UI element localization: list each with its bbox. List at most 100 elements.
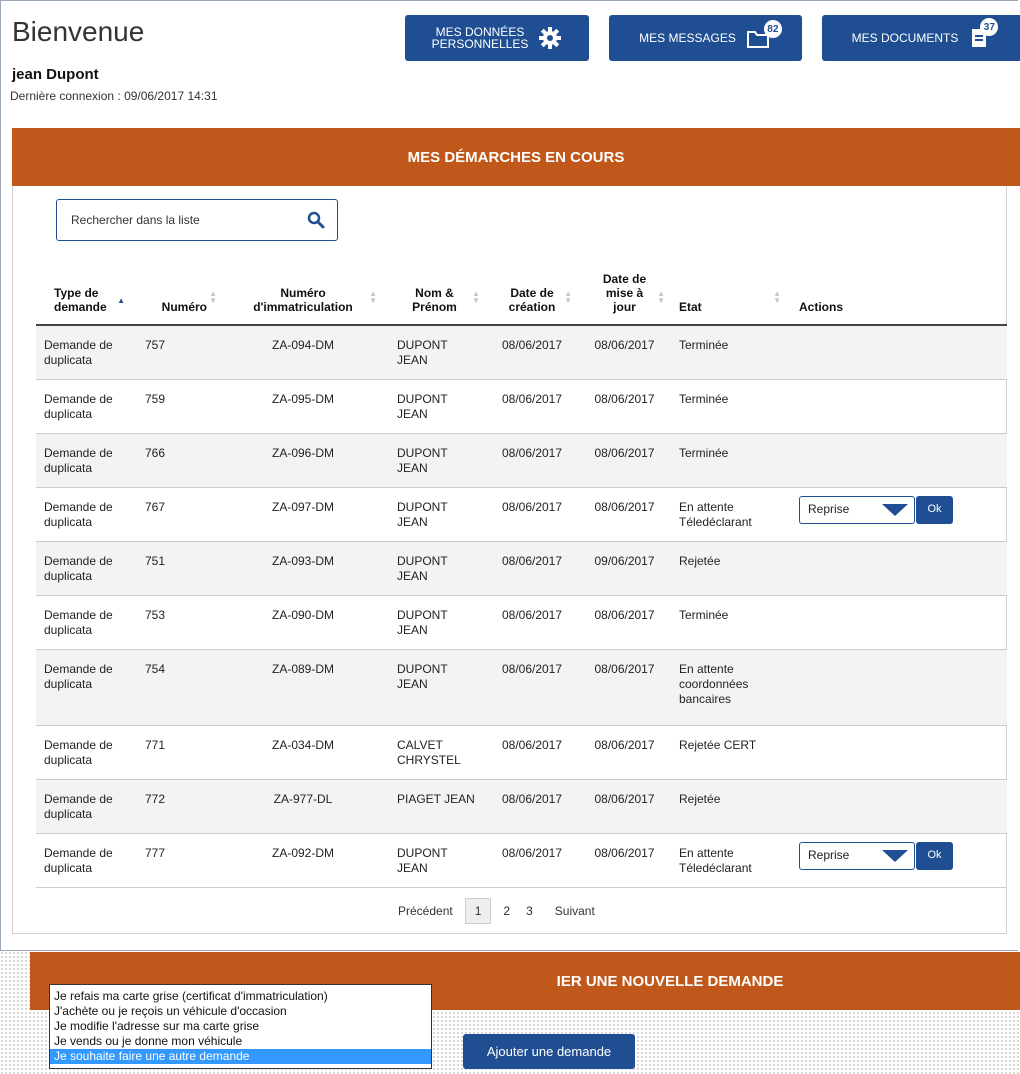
cell-type: Demande de duplicata	[36, 541, 131, 595]
cell-immatriculation: ZA-094-DM	[223, 325, 383, 379]
cell-date-creation-text: 08/06/2017	[501, 445, 563, 460]
request-type-dropdown-list[interactable]: Je refais ma carte grise (certificat d'i…	[49, 984, 432, 1069]
col-numero[interactable]: Numéro ▲ ▼	[131, 272, 223, 326]
cell-date-creation-text: 08/06/2017	[501, 499, 563, 514]
cell-nom-text: JEAN	[397, 568, 428, 583]
search-icon[interactable]	[307, 211, 325, 229]
user-name: jean Dupont	[12, 66, 99, 83]
table-body: Demande de duplicata 757 ZA-094-DM DUPONT JEA…	[36, 325, 1007, 887]
documents-count-badge: 37	[980, 18, 999, 36]
cell-type: Demande de duplicata	[36, 595, 131, 649]
cell-date-maj: 08/06/2017	[578, 595, 671, 649]
cell-type-text: duplicata	[44, 568, 93, 583]
sort-asc-icon[interactable]: ▲	[117, 297, 125, 305]
documents-button[interactable]: MES DOCUMENTS 37	[822, 15, 1020, 61]
cell-type-text: duplicata	[44, 460, 93, 475]
table-row: Demande de duplicata 771 ZA-034-DM CALVET CHR…	[36, 725, 1007, 779]
cell-actions: Reprise Ok	[787, 833, 1007, 887]
cell-nom: DUPONT JEAN	[383, 325, 486, 379]
cell-date-maj-text: 08/06/2017	[594, 845, 655, 860]
chevron-down-icon	[882, 849, 908, 862]
chevron-down-icon	[882, 503, 908, 516]
cell-numero-text: 771	[145, 737, 166, 752]
action-select[interactable]: Reprise	[799, 841, 915, 870]
action-select[interactable]: Reprise	[799, 495, 915, 524]
cell-etat-text: En attente	[679, 845, 734, 860]
cell-actions	[787, 379, 1007, 433]
cell-nom-text: JEAN	[397, 860, 428, 875]
cell-actions	[787, 725, 1007, 779]
col-etat[interactable]: Etat ▲ ▼	[671, 272, 787, 326]
document-icon: 37	[970, 18, 999, 50]
cell-type-text: duplicata	[44, 406, 93, 421]
table-row: Demande de duplicata 767 ZA-097-DM DUPONT JEA…	[36, 487, 1007, 541]
cell-numero-text: 759	[145, 391, 166, 406]
next-page-link[interactable]: Suivant	[555, 904, 595, 918]
cell-nom: DUPONT JEAN	[383, 541, 486, 595]
cell-type-text: Demande de	[44, 845, 113, 860]
sort-icon[interactable]: ▲ ▼	[209, 290, 217, 305]
search-input[interactable]	[69, 212, 307, 228]
sort-icon[interactable]: ▲ ▼	[564, 290, 572, 305]
cell-type-text: duplicata	[44, 622, 93, 637]
dropdown-option[interactable]: J'achète ou je reçois un véhicule d'occa…	[50, 1004, 431, 1019]
cell-immatriculation-text: ZA-977-DL	[273, 791, 333, 806]
action-ok-button[interactable]: Ok	[916, 495, 953, 524]
cell-etat-text: Terminée	[679, 391, 729, 406]
col-type[interactable]: Type de demande ▲	[36, 272, 131, 326]
cell-date-maj-text: 09/06/2017	[594, 553, 655, 568]
cell-type-text: Demande de	[44, 791, 113, 806]
cell-date-creation: 08/06/2017	[486, 833, 578, 887]
sort-icon[interactable]: ▲ ▼	[472, 290, 480, 305]
col-date-creation[interactable]: Date de création ▲ ▼	[486, 272, 578, 326]
cell-nom-text: JEAN	[397, 622, 428, 637]
cell-type: Demande de duplicata	[36, 779, 131, 833]
dropdown-option[interactable]: Je modifie l'adresse sur ma carte grise	[50, 1019, 431, 1034]
col-date-maj[interactable]: Date de mise à jour ▲ ▼	[578, 272, 671, 326]
cell-date-maj: 08/06/2017	[578, 433, 671, 487]
cell-immatriculation: ZA-089-DM	[223, 649, 383, 725]
cell-numero: 766	[131, 433, 223, 487]
cell-type-text: Demande de	[44, 607, 113, 622]
sort-icon[interactable]: ▲ ▼	[773, 290, 781, 305]
cell-date-creation: 08/06/2017	[486, 779, 578, 833]
cell-numero-text: 757	[145, 338, 166, 352]
cell-nom: DUPONT JEAN	[383, 433, 486, 487]
cell-immatriculation-text: ZA-096-DM	[271, 445, 334, 460]
cell-nom-text: DUPONT	[397, 445, 448, 460]
dropdown-option[interactable]: Je vends ou je donne mon véhicule	[50, 1034, 431, 1049]
table-row: Demande de duplicata 766 ZA-096-DM DUPONT JEA…	[36, 433, 1007, 487]
cell-date-maj: 08/06/2017	[578, 833, 671, 887]
page-1-link[interactable]: 1	[464, 898, 492, 924]
cell-date-creation-text: 08/06/2017	[501, 553, 563, 568]
cell-date-creation-text: 08/06/2017	[501, 391, 563, 406]
cell-date-creation: 08/06/2017	[486, 725, 578, 779]
col-immatriculation[interactable]: Numéro d'immatriculation ▲ ▼	[223, 272, 383, 326]
dropdown-option-selected[interactable]: Je souhaite faire une autre demande	[50, 1049, 431, 1064]
dropdown-option[interactable]: Je refais ma carte grise (certificat d'i…	[50, 989, 431, 1004]
messages-button[interactable]: MES MESSAGES 82	[609, 15, 802, 61]
cell-type-text: duplicata	[44, 676, 93, 691]
prev-page-link[interactable]: Précédent	[398, 904, 453, 918]
col-nom[interactable]: Nom & Prénom ▲ ▼	[383, 272, 486, 326]
cell-date-maj: 09/06/2017	[578, 541, 671, 595]
page-3-link[interactable]: 3	[526, 904, 533, 918]
sort-icon[interactable]: ▲ ▼	[369, 290, 377, 305]
add-request-button[interactable]: Ajouter une demande	[463, 1034, 635, 1069]
cell-immatriculation: ZA-977-DL	[223, 779, 383, 833]
gear-icon	[539, 27, 562, 49]
action-select-value: Reprise	[808, 502, 850, 516]
cell-date-maj: 08/06/2017	[578, 325, 671, 379]
table-header-row: Type de demande ▲ Numéro ▲ ▼ Numéro d'immatri…	[36, 272, 1007, 326]
cell-nom: CALVET CHRYSTEL	[383, 725, 486, 779]
cell-date-creation-text: 08/06/2017	[501, 661, 563, 676]
action-ok-button[interactable]: Ok	[916, 841, 953, 870]
page-2-link[interactable]: 2	[503, 904, 510, 918]
personal-data-button[interactable]: MES DONNÉES PERSONNELLES	[405, 15, 589, 61]
sort-icon[interactable]: ▲ ▼	[657, 290, 665, 305]
cell-date-maj-text: 08/06/2017	[594, 791, 655, 806]
cell-type: Demande de duplicata	[36, 379, 131, 433]
search-box[interactable]	[56, 199, 338, 241]
cell-immatriculation: ZA-097-DM	[223, 487, 383, 541]
folder-icon: 82	[746, 20, 782, 50]
